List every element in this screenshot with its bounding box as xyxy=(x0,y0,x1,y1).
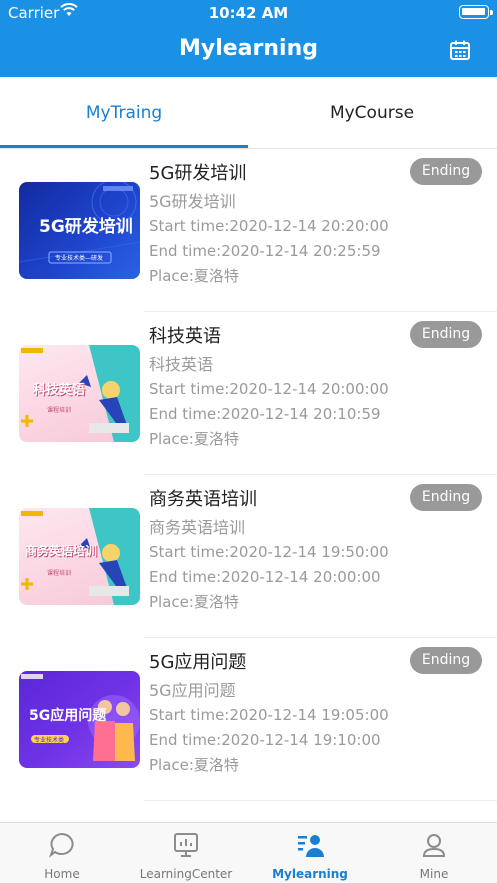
list-item[interactable]: 商务英语培训 课程培训 商务英语培训 商务英语培训 Start time:202… xyxy=(0,475,497,638)
thumbnail-subtitle: 专业技术类—研发 xyxy=(55,255,104,262)
user-profile-icon xyxy=(420,831,448,859)
tab-home[interactable]: Home xyxy=(0,823,124,883)
start-time: Start time:2020-12-14 20:20:00 xyxy=(149,217,389,235)
page-title: Mylearning xyxy=(178,36,318,61)
start-time: Start time:2020-12-14 19:05:00 xyxy=(149,706,389,724)
list-item[interactable]: 5G研发培训 专业技术类—研发 5G研发培训 5G研发培训 Start time… xyxy=(0,149,497,312)
place: Place:夏洛特 xyxy=(149,430,239,448)
list-item[interactable]: 5G应用问题 专业技术类 5G应用问题 5G应用问题 Start time:20… xyxy=(0,638,497,801)
tab-label: LearningCenter xyxy=(139,867,233,881)
end-time: End time:2020-12-14 20:10:59 xyxy=(149,405,381,423)
status-badge: Ending xyxy=(410,321,482,348)
active-tab-indicator xyxy=(0,145,248,148)
chat-bubble-icon xyxy=(48,831,76,859)
status-badge: Ending xyxy=(410,158,482,185)
course-thumbnail: 5G应用问题 专业技术类 xyxy=(19,671,140,768)
place: Place:夏洛特 xyxy=(149,267,239,285)
course-subtitle: 5G研发培训 xyxy=(149,192,236,211)
bottom-tab-bar: Home LearningCenter Mylearning Mine xyxy=(0,822,497,883)
course-thumbnail: 5G研发培训 专业技术类—研发 xyxy=(19,182,140,279)
calendar-icon[interactable] xyxy=(449,39,471,61)
place: Place:夏洛特 xyxy=(149,756,239,774)
course-thumbnail: 科技英语 课程培训 xyxy=(19,345,140,442)
end-time: End time:2020-12-14 20:00:00 xyxy=(149,568,381,586)
thumbnail-title: 商务英语培训 xyxy=(25,544,98,558)
status-badge: Ending xyxy=(410,647,482,674)
list-item[interactable]: 科技英语 课程培训 科技英语 科技英语 Start time:2020-12-1… xyxy=(0,312,497,475)
place: Place:夏洛特 xyxy=(149,593,239,611)
presentation-board-icon xyxy=(172,831,200,859)
thumbnail-title: 5G应用问题 xyxy=(29,708,107,724)
navigation-bar: Mylearning xyxy=(0,26,497,77)
tab-label: Home xyxy=(44,867,80,881)
tab-label: Mylearning xyxy=(272,867,348,881)
thumbnail-title: 5G研发培训 xyxy=(39,217,133,237)
course-thumbnail: 商务英语培训 课程培训 xyxy=(19,508,140,605)
segment-tabs: MyTraing MyCourse xyxy=(0,77,497,149)
end-time: End time:2020-12-14 20:25:59 xyxy=(149,242,381,260)
thumbnail-subtitle: 专业技术类 xyxy=(34,737,65,744)
thumbnail-title: 科技英语 xyxy=(33,383,86,398)
status-time: 10:42 AM xyxy=(208,4,289,22)
tab-mytraing[interactable]: MyTraing xyxy=(0,77,248,149)
course-subtitle: 商务英语培训 xyxy=(149,518,246,537)
end-time: End time:2020-12-14 19:10:00 xyxy=(149,731,381,749)
thumbnail-subtitle: 课程培训 xyxy=(47,407,72,414)
training-list: 5G研发培训 专业技术类—研发 5G研发培训 5G研发培训 Start time… xyxy=(0,149,497,822)
tab-mycourse[interactable]: MyCourse xyxy=(248,77,496,149)
thumbnail-subtitle: 课程培训 xyxy=(47,570,72,577)
course-subtitle: 5G应用问题 xyxy=(149,681,236,700)
course-subtitle: 科技英语 xyxy=(149,355,214,374)
start-time: Start time:2020-12-14 19:50:00 xyxy=(149,543,389,561)
start-time: Start time:2020-12-14 20:00:00 xyxy=(149,380,389,398)
status-bar: Carrier 10:42 AM xyxy=(0,0,497,26)
tab-mine[interactable]: Mine xyxy=(372,823,496,883)
people-list-icon xyxy=(296,831,324,859)
status-badge: Ending xyxy=(410,484,482,511)
battery-icon xyxy=(459,5,489,19)
tab-learningcenter[interactable]: LearningCenter xyxy=(124,823,248,883)
tab-mylearning[interactable]: Mylearning xyxy=(248,823,372,883)
tab-label: Mine xyxy=(419,867,449,881)
